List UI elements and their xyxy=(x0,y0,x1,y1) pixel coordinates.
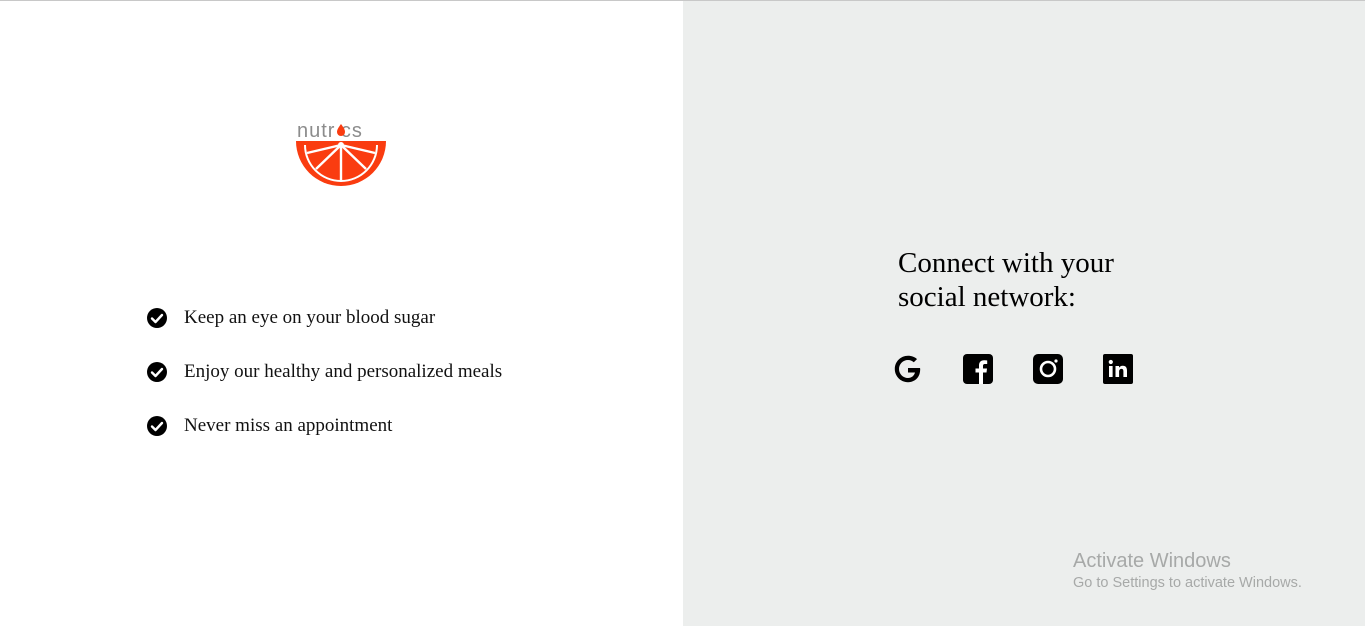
signup-page: nutrics Keep an eye on your blood sugar xyxy=(0,0,1365,626)
watermark-subtitle: Go to Settings to activate Windows. xyxy=(1073,575,1302,591)
check-circle-icon xyxy=(147,362,167,382)
logo-wordmark: nutrics xyxy=(297,120,363,142)
list-item: Keep an eye on your blood sugar xyxy=(146,303,502,333)
feature-label: Keep an eye on your blood sugar xyxy=(184,307,436,328)
check-circle-icon xyxy=(147,308,167,328)
instagram-icon xyxy=(1033,354,1063,384)
connect-heading: Connect with your social network: xyxy=(898,247,1114,313)
linkedin-login-button[interactable] xyxy=(1103,354,1133,384)
list-item: Never miss an appointment xyxy=(146,411,502,441)
check-circle-icon xyxy=(147,416,167,436)
social-login-buttons xyxy=(893,354,1133,384)
feature-list: Keep an eye on your blood sugar Enjoy ou… xyxy=(146,303,502,465)
left-panel: nutrics Keep an eye on your blood sugar xyxy=(0,1,683,626)
instagram-login-button[interactable] xyxy=(1033,354,1063,384)
windows-activation-watermark: Activate Windows Go to Settings to activ… xyxy=(1073,549,1302,593)
list-item: Enjoy our healthy and personalized meals xyxy=(146,357,502,387)
watermark-title: Activate Windows xyxy=(1073,550,1231,572)
right-panel: Connect with your social network: Activa… xyxy=(683,1,1365,626)
linkedin-icon xyxy=(1103,354,1133,384)
feature-label: Enjoy our healthy and personalized meals xyxy=(184,361,503,382)
feature-label: Never miss an appointment xyxy=(184,415,393,436)
facebook-login-button[interactable] xyxy=(963,354,993,384)
nutrics-logo: nutrics xyxy=(296,120,386,186)
facebook-icon xyxy=(963,354,993,384)
google-icon xyxy=(894,355,921,383)
google-login-button[interactable] xyxy=(893,354,923,384)
